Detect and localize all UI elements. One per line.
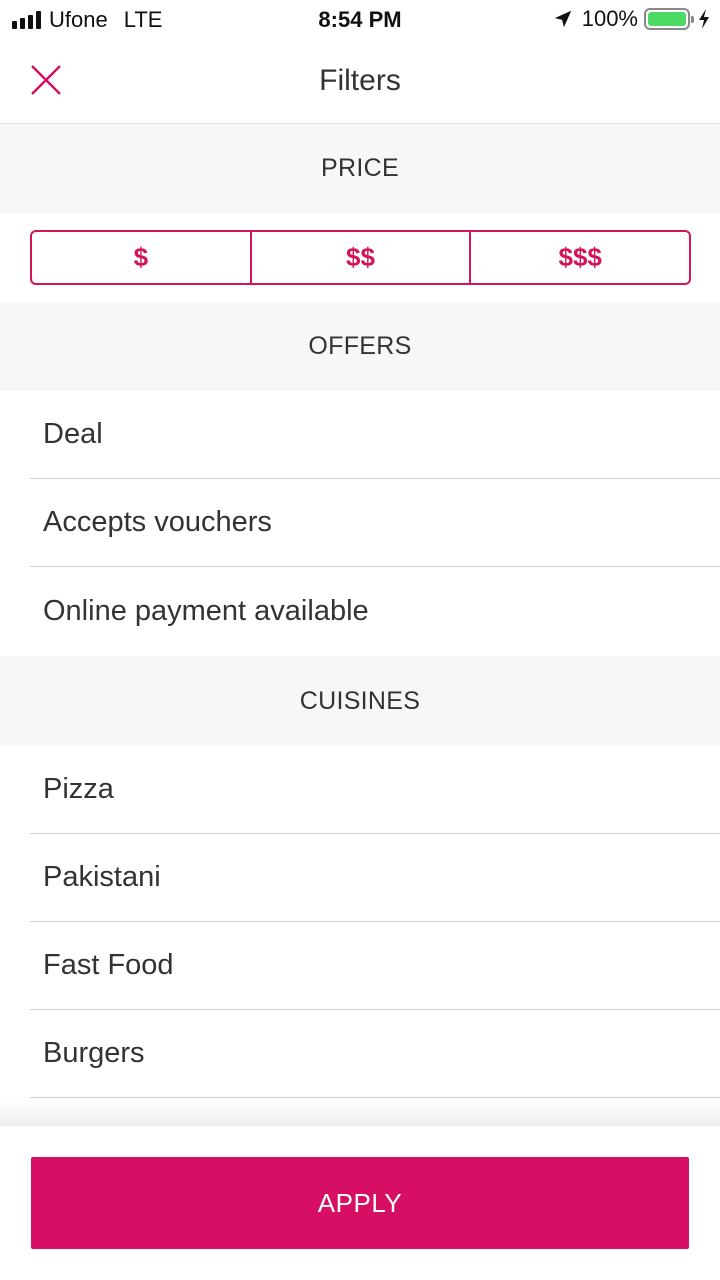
apply-button[interactable]: APPLY bbox=[31, 1157, 689, 1249]
price-option-3[interactable]: $$$ bbox=[469, 232, 689, 283]
location-arrow-icon bbox=[554, 10, 571, 28]
cuisine-item-pizza[interactable]: Pizza bbox=[30, 746, 720, 834]
filters-header: Filters bbox=[0, 40, 720, 124]
charging-bolt-icon bbox=[699, 9, 709, 29]
status-right: 100% bbox=[552, 6, 710, 32]
battery-percent: 100% bbox=[581, 6, 638, 31]
cuisine-item-burgers[interactable]: Burgers bbox=[30, 1010, 720, 1098]
section-heading-cuisines: CUISINES bbox=[0, 656, 720, 746]
price-option-1[interactable]: $ bbox=[32, 232, 250, 283]
section-heading-price: PRICE bbox=[0, 124, 720, 213]
footer: APPLY bbox=[0, 1126, 720, 1280]
cuisine-item-pakistani[interactable]: Pakistani bbox=[30, 834, 720, 922]
battery-fill bbox=[648, 12, 686, 26]
section-heading-offers: OFFERS bbox=[0, 302, 720, 391]
offer-item-deal[interactable]: Deal bbox=[30, 391, 720, 479]
offer-item-online-payment[interactable]: Online payment available bbox=[30, 567, 720, 655]
scroll-fade bbox=[0, 1100, 720, 1128]
price-option-2[interactable]: $$ bbox=[249, 232, 470, 283]
price-selector: $ $$ $$$ bbox=[30, 230, 691, 285]
page-title: Filters bbox=[319, 64, 401, 97]
status-bar: Ufone LTE 8:54 PM 100% bbox=[0, 0, 720, 40]
battery-icon bbox=[644, 8, 694, 30]
offer-item-vouchers[interactable]: Accepts vouchers bbox=[30, 479, 720, 567]
cuisine-item-fast-food[interactable]: Fast Food bbox=[30, 922, 720, 1010]
